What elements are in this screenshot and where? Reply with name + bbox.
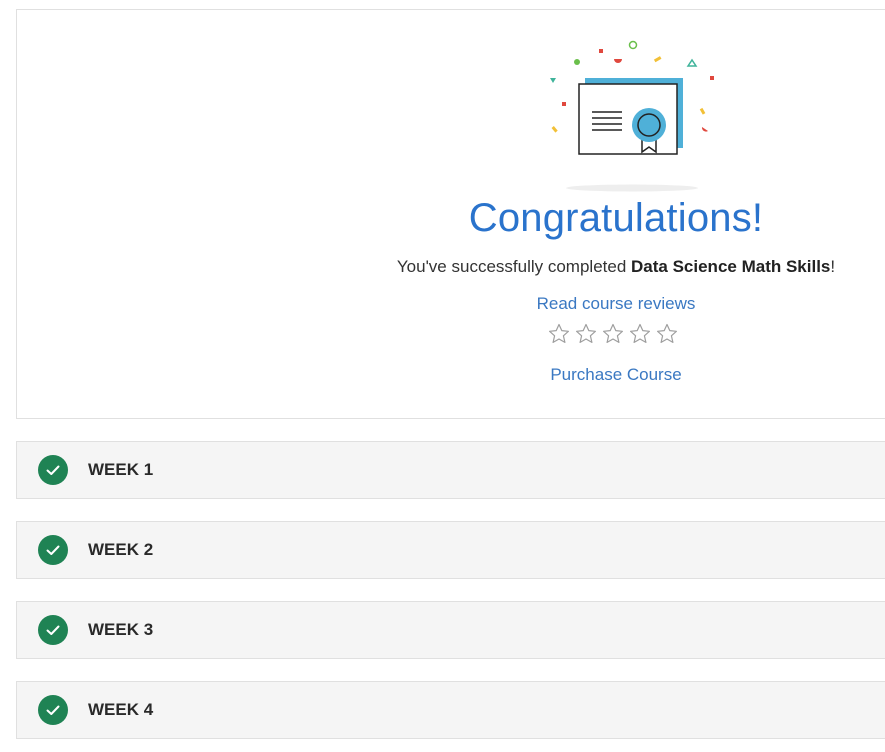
certificate-icon	[550, 40, 714, 192]
week-row[interactable]: WEEK 1	[16, 441, 885, 499]
star-outline-icon[interactable]	[574, 322, 598, 346]
check-circle-icon	[38, 615, 68, 645]
rating-stars	[547, 322, 679, 346]
week-row[interactable]: WEEK 2	[16, 521, 885, 579]
message-prefix: You've successfully completed	[396, 257, 632, 276]
week-row[interactable]: WEEK 3	[16, 601, 885, 659]
star-outline-icon[interactable]	[601, 322, 625, 346]
read-reviews-link[interactable]: Read course reviews	[400, 294, 832, 314]
star-outline-icon[interactable]	[547, 322, 571, 346]
check-circle-icon	[38, 455, 68, 485]
star-outline-icon[interactable]	[628, 322, 652, 346]
star-outline-icon[interactable]	[655, 322, 679, 346]
congratulations-heading: Congratulations!	[468, 196, 764, 240]
week-row[interactable]: WEEK 4	[16, 681, 885, 739]
course-name: Data Science Math Skills	[631, 257, 831, 276]
message-suffix: !	[830, 257, 836, 276]
check-circle-icon	[38, 535, 68, 565]
week-label: WEEK 1	[88, 460, 154, 479]
completion-message: You've successfully completed Data Scien…	[340, 257, 885, 277]
purchase-course-link[interactable]: Purchase Course	[400, 365, 832, 385]
week-label: WEEK 4	[88, 700, 154, 719]
check-circle-icon	[38, 695, 68, 725]
week-label: WEEK 2	[88, 540, 154, 559]
week-label: WEEK 3	[88, 620, 154, 639]
